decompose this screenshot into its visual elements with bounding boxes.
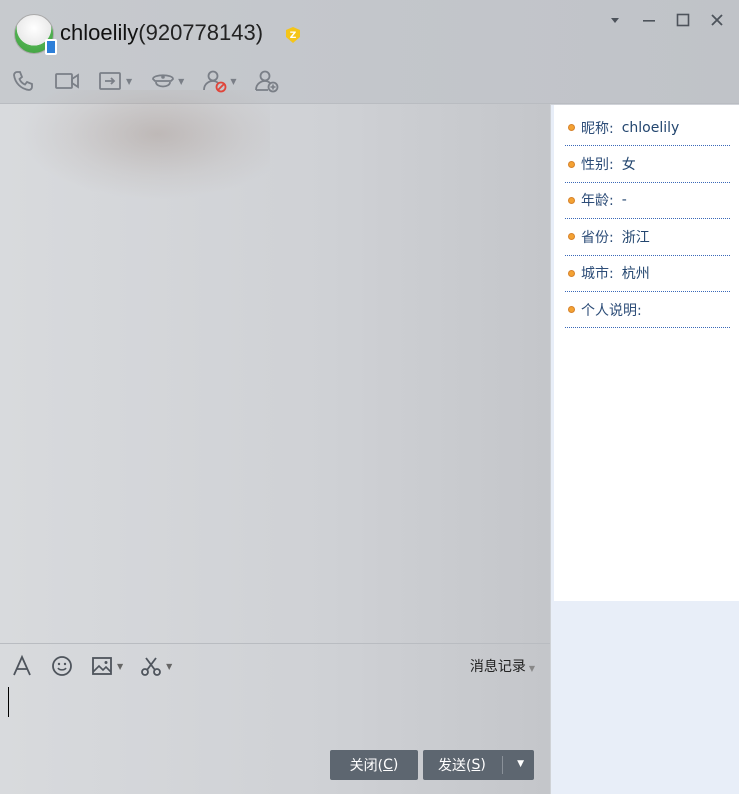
profile-item-bio: 个人说明: <box>565 292 730 329</box>
close-button[interactable]: 关闭(C) <box>330 750 418 780</box>
window-controls <box>605 10 727 30</box>
share-screen-button[interactable]: ▼ <box>98 67 132 95</box>
input-toolbar: ▼ ▼ 消息记录 ▼ <box>0 643 550 687</box>
contact-name: chloelily <box>60 20 139 45</box>
contact-id: (920778143) <box>138 20 264 45</box>
font-icon <box>13 654 31 676</box>
send-button[interactable]: 发送(S) ▼ <box>423 750 534 780</box>
menu-dropdown-icon[interactable] <box>605 10 625 30</box>
profile-item-gender: 性别: 女 <box>565 146 730 183</box>
chevron-down-icon: ▼ <box>528 664 535 673</box>
svg-text:Z: Z <box>290 31 297 41</box>
chevron-down-icon[interactable]: ▼ <box>178 77 184 86</box>
profile-info-list: 昵称: chloelily 性别: 女 年龄: - 省份: 浙江 城市: 杭州 … <box>565 110 730 329</box>
bullet-icon <box>568 269 575 277</box>
profile-value: 女 <box>621 157 636 174</box>
scissors-icon <box>141 657 162 676</box>
maximize-icon[interactable] <box>673 10 693 30</box>
profile-item-age: 年龄: - <box>565 183 730 220</box>
block-user-icon <box>203 70 227 93</box>
emoji-button[interactable] <box>50 654 74 678</box>
bullet-icon <box>568 160 575 168</box>
send-button-label: 发送( <box>438 758 472 774</box>
profile-key: 省份: <box>581 229 614 246</box>
video-call-button[interactable] <box>54 67 80 95</box>
phone-icon <box>13 71 33 91</box>
smiley-icon <box>52 656 72 676</box>
close-button-hotkey: C <box>383 757 393 773</box>
avatar[interactable] <box>14 14 57 55</box>
profile-key: 性别: <box>581 157 614 174</box>
remote-assist-icon <box>152 74 175 88</box>
message-area[interactable] <box>0 105 550 643</box>
add-friend-button[interactable] <box>254 67 280 95</box>
text-cursor <box>8 687 9 717</box>
remote-assist-button[interactable]: ▼ <box>150 67 184 95</box>
profile-value: 浙江 <box>621 229 650 246</box>
close-button-label: 关闭( <box>349 758 384 774</box>
minimize-icon[interactable] <box>639 10 659 30</box>
close-icon[interactable] <box>707 10 727 30</box>
profile-key: 城市: <box>581 266 614 283</box>
profile-key: 昵称: <box>581 120 614 137</box>
voice-call-button[interactable] <box>10 67 36 95</box>
bullet-icon <box>568 306 575 314</box>
send-options-icon[interactable]: ▼ <box>517 759 524 769</box>
chevron-down-icon[interactable]: ▼ <box>230 77 236 86</box>
profile-item-city: 城市: 杭州 <box>565 256 730 292</box>
message-input[interactable] <box>0 687 550 742</box>
vip-level-icon[interactable]: Z <box>283 25 303 45</box>
bullet-icon <box>568 196 575 204</box>
chat-toolbar: ▼ ▼ ▼ <box>10 66 280 96</box>
profile-key: 个人说明: <box>581 302 642 319</box>
font-button[interactable] <box>10 654 34 678</box>
bullet-icon <box>568 233 575 241</box>
chevron-down-icon[interactable]: ▼ <box>126 77 132 86</box>
send-separator <box>502 756 503 774</box>
mobile-online-icon <box>45 39 57 55</box>
block-user-button[interactable]: ▼ <box>202 67 236 95</box>
chat-window: chloelily(920778143) Z ▼ ▼ ▼ ▼ ▼ 消息记录 ▼ … <box>0 0 739 794</box>
add-friend-icon <box>255 70 279 93</box>
video-icon <box>55 73 79 89</box>
send-button-hotkey: S <box>471 757 481 773</box>
message-history-label: 消息记录 <box>469 659 526 675</box>
chevron-down-icon[interactable]: ▼ <box>166 662 172 671</box>
bullet-icon <box>568 124 575 132</box>
close-button-label-end: ) <box>392 757 399 773</box>
profile-value: 杭州 <box>621 266 650 283</box>
profile-value: chloelily <box>621 119 680 136</box>
profile-item-province: 省份: 浙江 <box>565 219 730 256</box>
contact-title: chloelily(920778143) <box>60 20 263 46</box>
share-screen-icon <box>99 72 121 90</box>
profile-item-nickname: 昵称: chloelily <box>565 110 730 147</box>
profile-key: 年龄: <box>581 193 614 210</box>
image-button[interactable]: ▼ <box>90 654 123 678</box>
chevron-down-icon[interactable]: ▼ <box>117 662 123 671</box>
message-history-button[interactable]: 消息记录 ▼ <box>470 656 535 676</box>
screenshot-button[interactable]: ▼ <box>139 654 172 678</box>
profile-sidebar: 昵称: chloelily 性别: 女 年龄: - 省份: 浙江 城市: 杭州 … <box>550 105 739 794</box>
send-button-label-end: ) <box>480 757 486 773</box>
image-icon <box>92 657 112 675</box>
profile-card: 昵称: chloelily 性别: 女 年龄: - 省份: 浙江 城市: 杭州 … <box>554 105 739 601</box>
profile-value: - <box>621 192 627 209</box>
